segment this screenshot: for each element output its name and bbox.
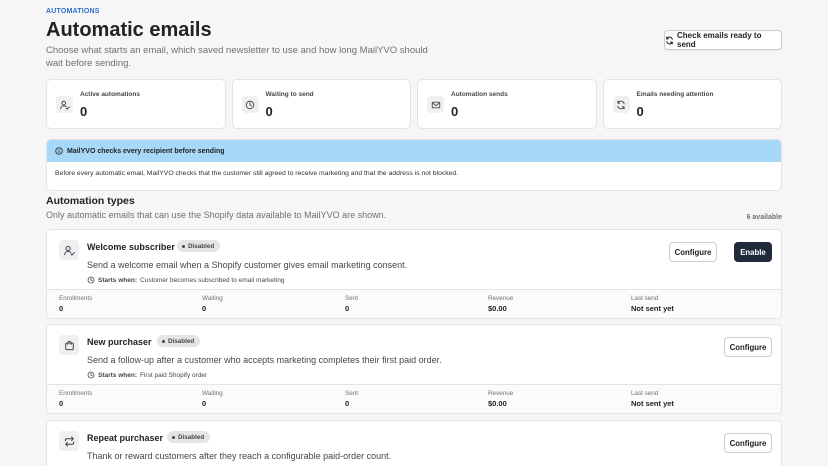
- stat-value: 0: [636, 104, 644, 119]
- stat-label: Active automations: [80, 91, 140, 98]
- stat-card-sends: Automation sends 0: [417, 79, 597, 129]
- status-dot: [182, 244, 185, 248]
- metric-label: Revenue: [488, 295, 514, 302]
- stat-card-attention: Emails needing attention 0: [602, 79, 782, 129]
- metric-enrollments: Enrollments 0: [47, 290, 190, 318]
- stat-value: 0: [451, 104, 459, 119]
- metric-revenue: Revenue $0.00: [476, 385, 619, 413]
- stat-label: Automation sends: [451, 91, 508, 98]
- metric-label: Enrollments: [59, 390, 93, 397]
- status-label: Disabled: [168, 337, 195, 345]
- status-dot: [162, 339, 165, 343]
- metric-sent: Sent 0: [333, 385, 476, 413]
- starts-when-value: Customer becomes subscribed to email mar…: [140, 276, 285, 284]
- stat-value: 0: [80, 104, 88, 119]
- stat-label: Emails needing attention: [636, 91, 714, 98]
- stat-label: Waiting to send: [265, 91, 314, 98]
- stats-row: Active automations 0 Waiting to send 0 A…: [46, 79, 782, 129]
- starts-when-label: Starts when:: [98, 371, 138, 379]
- metric-waiting: Waiting 0: [190, 385, 333, 413]
- metric-value: 0: [59, 304, 64, 313]
- refresh-icon: [612, 96, 630, 113]
- metric-value: Not sent yet: [631, 399, 674, 408]
- starts-when: Starts when: First paid Shopify order: [87, 371, 207, 379]
- metric-label: Enrollments: [59, 295, 93, 302]
- refresh-icon: [665, 36, 674, 45]
- metric-value: 0: [345, 304, 350, 313]
- info-banner-header: MailYVO checks every recipient before se…: [47, 140, 781, 162]
- metric-value: 0: [59, 399, 64, 408]
- status-badge: Disabled: [177, 240, 221, 252]
- metric-label: Sent: [345, 295, 358, 302]
- status-label: Disabled: [188, 242, 215, 250]
- automation-name: New purchaser: [87, 337, 152, 347]
- check-emails-label: Check emails ready to send: [677, 31, 762, 49]
- starts-when-value: First paid Shopify order: [140, 371, 208, 379]
- enable-button[interactable]: Enable: [734, 242, 772, 262]
- metric-label: Sent: [345, 390, 358, 397]
- automations-page: AUTOMATIONS Automatic emails Choose what…: [46, 8, 782, 466]
- metric-last-send: Last send Not sent yet: [619, 290, 762, 318]
- metric-label: Waiting: [202, 295, 223, 302]
- metric-enrollments: Enrollments 0: [47, 385, 190, 413]
- info-icon: [55, 147, 63, 155]
- metric-label: Last send: [631, 390, 659, 397]
- automation-name: Repeat purchaser: [87, 433, 164, 443]
- metric-value: 0: [345, 399, 350, 408]
- user-check-icon: [56, 96, 73, 113]
- automation-card-repeat-purchaser: Repeat purchaser Disabled Thank or rewar…: [46, 420, 782, 466]
- page-subtitle: Choose what starts an email, which saved…: [46, 45, 428, 69]
- automation-card-welcome: Welcome subscriber Disabled Send a welco…: [46, 229, 782, 319]
- metric-value: Not sent yet: [631, 304, 674, 313]
- info-banner: MailYVO checks every recipient before se…: [46, 139, 782, 191]
- metric-sent: Sent 0: [333, 290, 476, 318]
- metrics-row: Enrollments 0 Waiting 0 Sent 0 Revenue $0.00…: [47, 289, 781, 318]
- status-label: Disabled: [178, 433, 205, 441]
- mail-icon: [427, 96, 444, 113]
- page-eyebrow: AUTOMATIONS: [46, 8, 100, 15]
- repeat-icon: [59, 431, 79, 451]
- stat-value: 0: [265, 104, 273, 119]
- configure-button[interactable]: Configure: [724, 337, 772, 357]
- metric-revenue: Revenue $0.00: [476, 290, 619, 318]
- status-badge: Disabled: [157, 335, 201, 347]
- automation-description: Send a welcome email when a Shopify cust…: [87, 260, 408, 270]
- info-banner-title: MailYVO checks every recipient before se…: [67, 147, 225, 155]
- shopping-bag-icon: [59, 335, 79, 355]
- automation-name: Welcome subscriber: [87, 242, 175, 252]
- configure-button[interactable]: Configure: [724, 433, 772, 453]
- automation-description: Send a follow-up after a customer who ac…: [87, 355, 442, 365]
- metric-label: Waiting: [202, 390, 223, 397]
- status-badge: Disabled: [167, 431, 211, 443]
- clock-icon: [241, 96, 259, 113]
- clock-icon: [87, 276, 95, 284]
- configure-button[interactable]: Configure: [669, 242, 717, 262]
- user-check-icon: [59, 240, 79, 260]
- metric-label: Last send: [631, 295, 659, 302]
- metric-waiting: Waiting 0: [190, 290, 333, 318]
- metric-value: 0: [202, 304, 207, 313]
- metric-label: Revenue: [488, 390, 514, 397]
- metric-last-send: Last send Not sent yet: [619, 385, 762, 413]
- starts-when: Starts when: Customer becomes subscribed…: [87, 276, 285, 284]
- metric-value: $0.00: [488, 304, 507, 313]
- stat-card-active: Active automations 0: [46, 79, 226, 129]
- metrics-row: Enrollments 0 Waiting 0 Sent 0 Revenue $0.00…: [47, 384, 781, 413]
- automation-description: Thank or reward customers after they rea…: [87, 451, 392, 461]
- available-count: 6 available: [746, 214, 782, 221]
- status-dot: [172, 435, 175, 439]
- starts-when-label: Starts when:: [98, 276, 138, 284]
- section-title: Automation types: [46, 195, 135, 207]
- section-subtitle: Only automatic emails that can use the S…: [46, 210, 387, 220]
- metric-value: $0.00: [488, 399, 507, 408]
- metric-value: 0: [202, 399, 207, 408]
- clock-icon: [87, 371, 95, 379]
- stat-card-waiting: Waiting to send 0: [231, 79, 411, 129]
- info-banner-body: Before every automatic email, MailYVO ch…: [55, 170, 459, 177]
- automation-card-new-purchaser: New purchaser Disabled Send a follow-up …: [46, 324, 782, 414]
- check-emails-button[interactable]: Check emails ready to send: [664, 30, 782, 50]
